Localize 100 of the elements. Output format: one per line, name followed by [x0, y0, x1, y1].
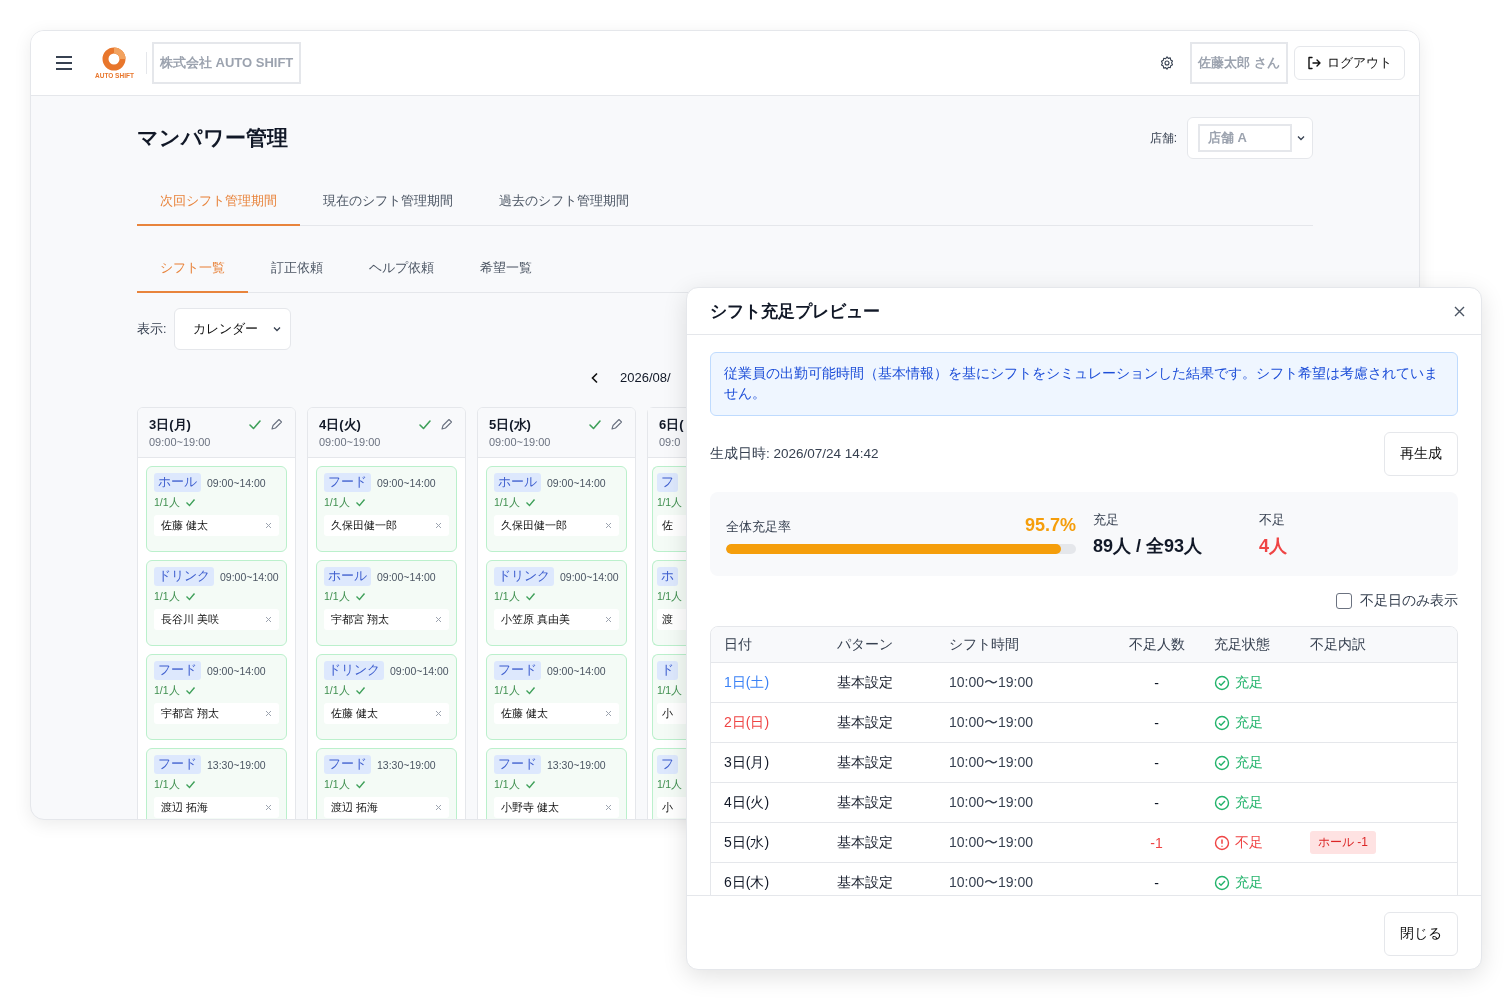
settings-icon[interactable]	[1160, 56, 1175, 70]
shift-time: 09:00~14:00	[547, 664, 606, 677]
pencil-icon[interactable]	[610, 418, 623, 431]
pencil-icon[interactable]	[440, 418, 453, 431]
remove-icon[interactable]	[435, 616, 442, 623]
status-cell: 不足	[1214, 833, 1310, 852]
month-label: 2026/08/	[620, 370, 671, 385]
remove-icon[interactable]	[265, 616, 272, 623]
close-icon[interactable]	[1454, 305, 1465, 317]
remove-icon[interactable]	[435, 522, 442, 529]
chevron-left-icon[interactable]	[590, 371, 600, 384]
staff-count: 1/1人	[494, 495, 520, 510]
role-tag: ドリンク	[154, 567, 214, 586]
staff-count: 1/1人	[494, 777, 520, 792]
checkbox[interactable]	[1336, 593, 1352, 609]
column-header: 不足内訳	[1310, 635, 1367, 654]
shift-time: 09:00~14:00	[377, 570, 436, 583]
date-cell-text: 3日(月)	[724, 753, 771, 772]
table-cell-text: 基本設定	[837, 793, 894, 812]
check-circle-icon	[1214, 674, 1230, 691]
day-date: 5日(水)	[489, 417, 531, 433]
remove-icon[interactable]	[605, 710, 612, 717]
table-cell-text: 10:00〜19:00	[949, 793, 1035, 812]
remove-icon[interactable]	[265, 522, 272, 529]
store-label: 店舗:	[1149, 129, 1177, 147]
tab[interactable]: ヘルプ依頼	[346, 246, 457, 293]
role-tag: ド	[657, 661, 678, 680]
store-name: 店舗 A	[1198, 124, 1292, 152]
column-header: シフト時間	[949, 635, 1020, 654]
day-hours: 09:00~19:00	[149, 436, 211, 448]
status-cell: 充足	[1214, 793, 1310, 812]
date-cell-text: 4日(火)	[724, 793, 771, 812]
staff-count: 1/1人	[154, 683, 180, 698]
day-hours: 09:00~19:00	[319, 436, 381, 448]
company-name: 株式会社 AUTO SHIFT	[151, 42, 302, 84]
role-tag: フード	[324, 755, 371, 774]
staff-name: 渡	[662, 612, 673, 627]
day-date: 4日(火)	[319, 417, 361, 433]
day-hours: 09:00~19:00	[489, 436, 551, 448]
column-header: 不足人数	[1127, 635, 1186, 654]
role-tag: ドリンク	[494, 567, 554, 586]
staff-name: 渡辺 拓海	[331, 800, 379, 815]
page-title: マンパワー管理	[137, 125, 288, 151]
table-cell-text: 10:00〜19:00	[949, 673, 1035, 692]
tab[interactable]: 現在のシフト管理期間	[300, 179, 476, 226]
dialog-title: シフト充足プレビュー	[710, 300, 880, 323]
table-cell-text: 10:00〜19:00	[949, 873, 1035, 892]
role-tag: フ	[657, 473, 678, 492]
staff-name: 小笠原 真由美	[501, 612, 571, 627]
table-cell-text: 10:00〜19:00	[949, 753, 1035, 772]
remove-icon[interactable]	[605, 616, 612, 623]
table-cell-text: 基本設定	[837, 713, 894, 732]
chevron-down-icon	[272, 324, 283, 334]
shift-time: 09:00~14:00	[390, 664, 449, 677]
staff-count: 1/1人	[324, 777, 350, 792]
staff-name: 佐藤 健太	[501, 706, 549, 721]
staff-name: 宇都宮 翔太	[331, 612, 390, 627]
pencil-icon[interactable]	[270, 418, 283, 431]
role-tag: ドリンク	[324, 661, 384, 680]
menu-icon[interactable]	[55, 55, 73, 71]
shortage-count: -1	[1149, 834, 1164, 851]
role-tag: ホ	[657, 567, 678, 586]
shift-time: 13:30~19:00	[377, 758, 436, 771]
close-button[interactable]: 閉じる	[1384, 912, 1458, 956]
staff-count: 1/1人	[324, 683, 350, 698]
regenerate-button[interactable]: 再生成	[1384, 432, 1458, 476]
remove-icon[interactable]	[605, 804, 612, 811]
table-cell-text: 基本設定	[837, 753, 894, 772]
staff-name: 小	[662, 706, 673, 721]
staff-count: 1/1人	[154, 589, 180, 604]
staff-count: 1/1人	[657, 495, 682, 510]
remove-icon[interactable]	[265, 804, 272, 811]
ring-logo-icon	[102, 47, 127, 71]
staff-count: 1/1人	[494, 683, 520, 698]
shortage-only-checkbox[interactable]: 不足日のみ表示	[1336, 592, 1458, 610]
logout-button[interactable]: ログアウト	[1294, 46, 1405, 80]
shortage-count: -	[1153, 794, 1160, 811]
tab[interactable]: 過去のシフト管理期間	[476, 179, 652, 226]
date-cell-text: 5日(水)	[724, 833, 771, 852]
view-select[interactable]: カレンダー	[174, 308, 292, 350]
filled-value: 89人 / 全93人	[1093, 534, 1204, 558]
shift-time: 09:00~14:00	[207, 664, 266, 677]
remove-icon[interactable]	[435, 710, 442, 717]
generated-time: 生成日時: 2026/07/24 14:42	[710, 445, 879, 463]
status-cell: 充足	[1214, 873, 1310, 892]
shift-time: 09:00~14:00	[220, 570, 279, 583]
shift-time: 13:30~19:00	[547, 758, 606, 771]
remove-icon[interactable]	[265, 710, 272, 717]
shift-time: 09:00~14:00	[547, 476, 606, 489]
shortage-count: -	[1153, 674, 1160, 691]
role-tag: フード	[494, 755, 541, 774]
shift-time: 09:00~14:00	[560, 570, 619, 583]
tab[interactable]: 希望一覧	[457, 246, 555, 293]
role-tag: ホール	[494, 473, 541, 492]
shortage-value: 4人	[1259, 534, 1288, 558]
remove-icon[interactable]	[435, 804, 442, 811]
remove-icon[interactable]	[605, 522, 612, 529]
table-cell-text: 10:00〜19:00	[949, 713, 1035, 732]
column-header: 充足状態	[1214, 635, 1271, 654]
tab[interactable]: 訂正依頼	[248, 246, 346, 293]
